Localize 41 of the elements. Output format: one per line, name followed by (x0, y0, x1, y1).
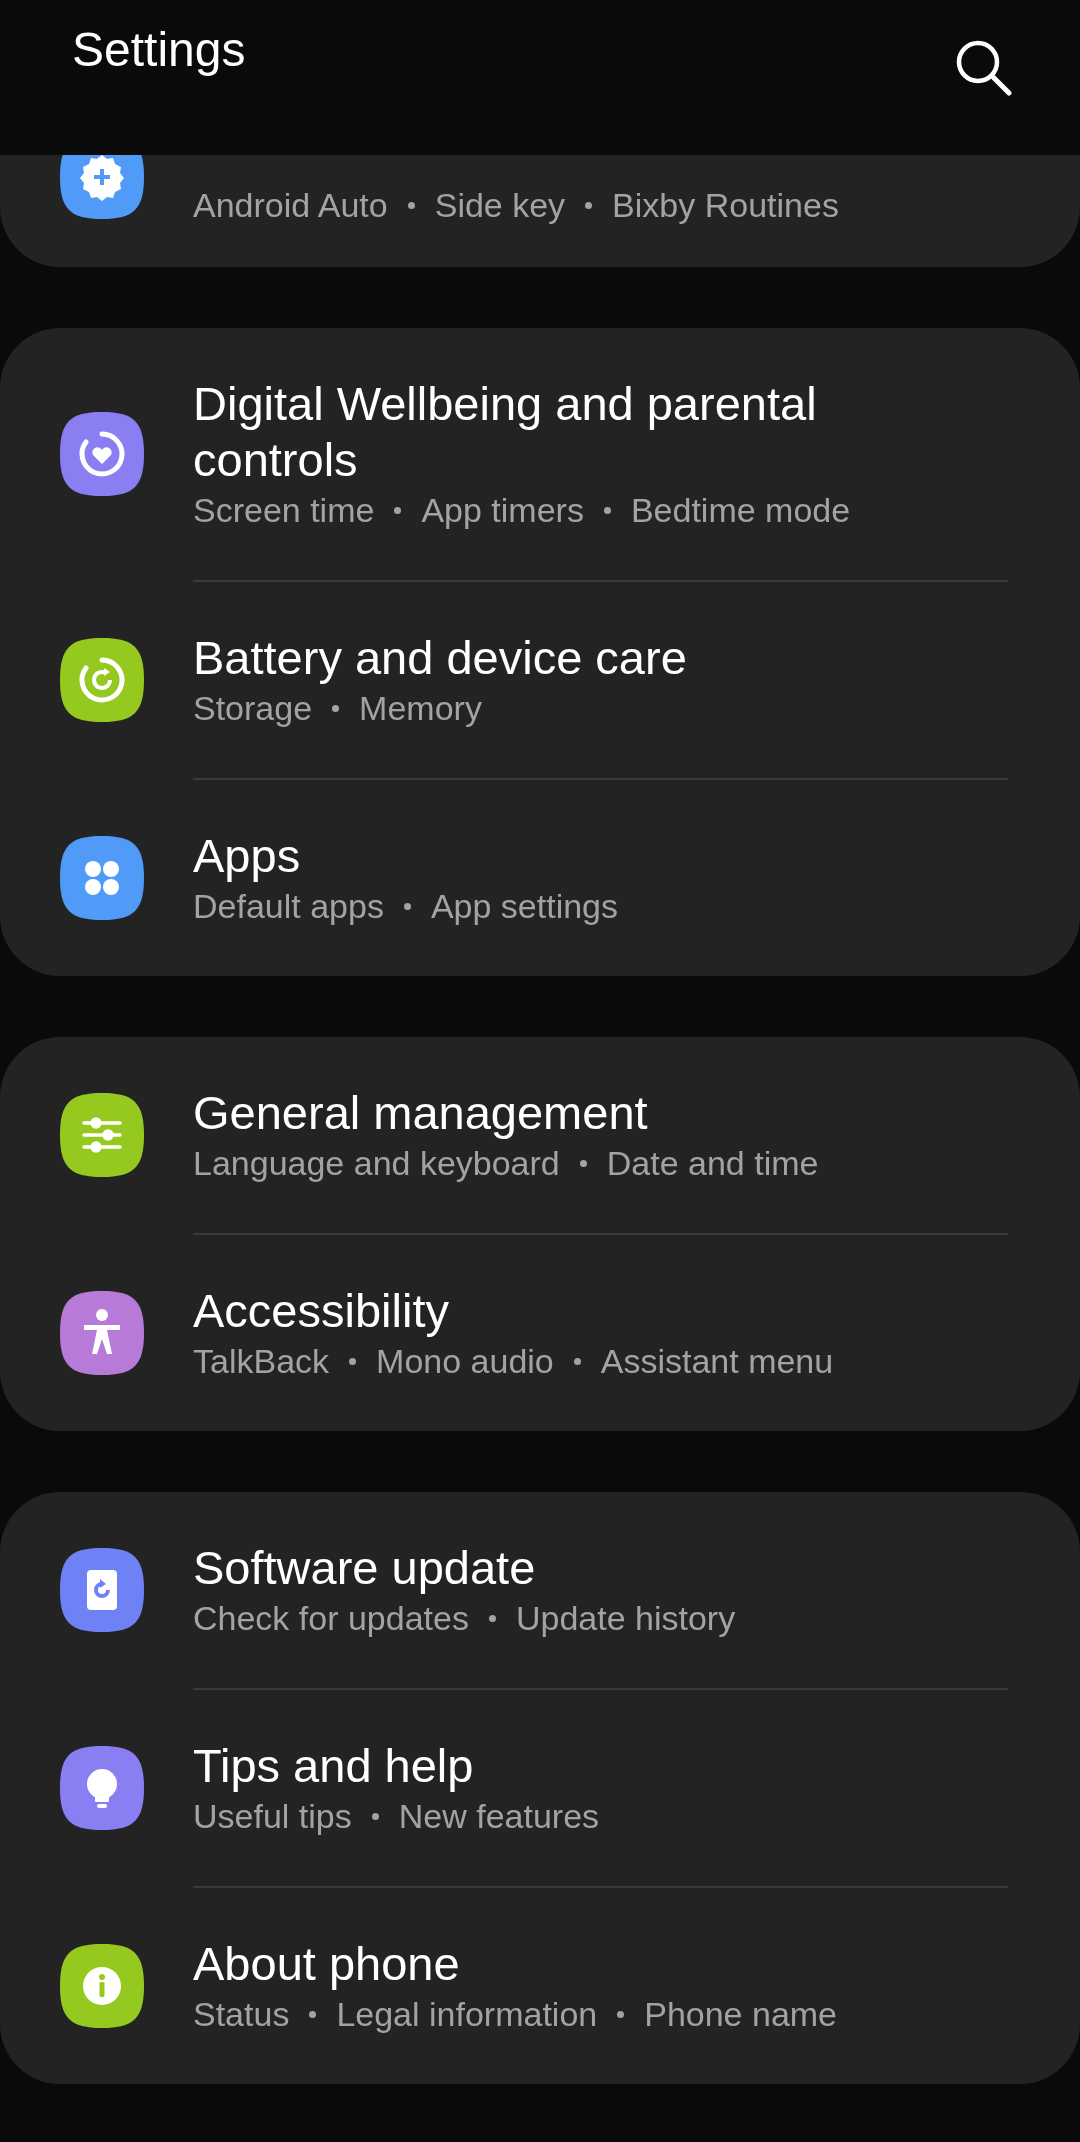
settings-item[interactable]: Battery and device care Storage Memory (0, 582, 1080, 778)
settings-item[interactable]: Tips and help Useful tips New features (0, 1690, 1080, 1886)
settings-item[interactable]: Digital Wellbeing and parental controls Screen time App timers Bedtime mode (0, 328, 1080, 580)
item-detail: Language and keyboard (193, 1143, 560, 1184)
page-title: Settings (72, 22, 246, 78)
item-detail: Memory (359, 688, 482, 729)
item-detail: Phone name (644, 1994, 838, 2035)
item-detail: Storage (193, 688, 313, 729)
item-title: About phone (193, 1936, 461, 1992)
settings-item[interactable]: Accessibility TalkBack Mono audio Assistant menu (0, 1235, 1080, 1431)
item-title: Software update (193, 1540, 537, 1596)
item-detail: App settings (430, 886, 619, 927)
item-detail: Bedtime mode (630, 490, 851, 531)
item-title: General management (193, 1085, 649, 1141)
item-detail: Android Auto (193, 185, 388, 226)
item-title: Apps (193, 828, 302, 884)
settings-item[interactable]: Apps Default apps App settings (0, 780, 1080, 976)
item-detail: Bixby Routines (612, 185, 839, 226)
item-detail: Assistant menu (600, 1341, 834, 1382)
item-detail: Update history (515, 1598, 736, 1639)
item-detail: Screen time (193, 490, 375, 531)
item-detail: Date and time (606, 1143, 819, 1184)
settings-item[interactable]: Android Auto Side key Bixby Routines (0, 155, 1080, 267)
item-detail: New features (398, 1796, 600, 1837)
settings-item[interactable]: Software update Check for updates Update history (0, 1492, 1080, 1688)
settings-item[interactable]: General management Language and keyboard Date and time (0, 1037, 1080, 1233)
item-detail: Side key (434, 185, 566, 226)
item-detail: TalkBack (193, 1341, 330, 1382)
item-title: Battery and device care (193, 630, 687, 686)
item-title: Digital Wellbeing and parental controls (193, 376, 818, 488)
item-detail: Mono audio (376, 1341, 554, 1382)
item-detail: Default apps (193, 886, 384, 927)
item-detail: Legal information (336, 1994, 598, 2035)
item-detail: App timers (421, 490, 584, 531)
item-detail: Useful tips (193, 1796, 352, 1837)
item-title: Tips and help (193, 1738, 475, 1794)
item-title: Accessibility (193, 1283, 450, 1339)
search-icon[interactable] (954, 38, 1012, 96)
settings-item[interactable]: About phone Status Legal information Phone name (0, 1888, 1080, 2084)
item-detail: Status (193, 1994, 290, 2035)
item-detail: Check for updates (193, 1598, 469, 1639)
